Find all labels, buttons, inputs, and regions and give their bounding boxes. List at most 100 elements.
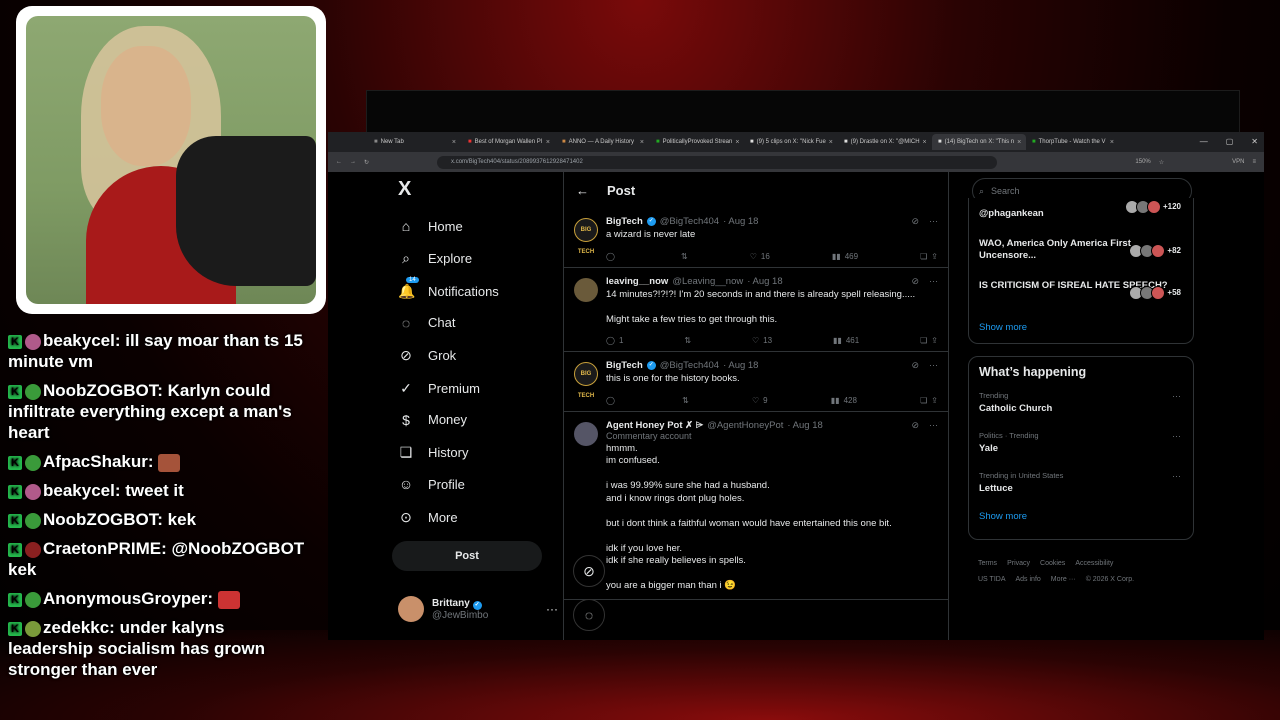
trend-item[interactable]: Politics · Trending Yale ··· — [969, 427, 1193, 467]
sidebar-item-explore[interactable]: ⌕ Explore — [398, 250, 472, 267]
back-arrow-icon[interactable]: ← — [576, 183, 589, 198]
tab-item[interactable]: ■ New Tab × — [368, 134, 462, 150]
tweet-item[interactable]: leaving__now @Leaving__now · Aug 18 ⊘ ··· 14 … — [564, 268, 948, 352]
share-icon[interactable]: ⇪ — [931, 252, 938, 261]
like-button[interactable]: ♡ 13 — [752, 336, 772, 345]
post-button[interactable]: Post — [392, 541, 542, 571]
footer-link[interactable]: Privacy — [1007, 560, 1030, 567]
grok-icon[interactable]: ⊘ — [911, 216, 919, 227]
tab-item[interactable]: ■ Best of Morgan Wallen Pl × — [462, 134, 556, 150]
footer-link[interactable]: US TIDA — [978, 576, 1006, 583]
more-options-icon[interactable]: ··· — [929, 420, 938, 431]
author-handle[interactable]: @Leaving__now — [672, 276, 743, 287]
avatar[interactable] — [574, 277, 598, 302]
sidebar-item-profile[interactable]: ☺ Profile — [398, 476, 465, 492]
sidebar-item-chat[interactable]: ◌ Chat — [398, 315, 456, 331]
like-button[interactable]: ♡ 9 — [752, 396, 768, 405]
more-options-icon[interactable]: ··· — [1172, 391, 1181, 401]
tab-item[interactable]: ■ (9) 5 clips on X: "Nick Fue × — [744, 134, 838, 150]
avatar[interactable]: BIG TECH — [574, 218, 598, 255]
avatar[interactable]: BIG TECH — [574, 362, 598, 399]
tab-close-icon[interactable]: × — [1110, 139, 1114, 146]
footer-link[interactable]: Accessibility — [1075, 560, 1113, 567]
author-name[interactable]: BigTech — [606, 360, 643, 371]
tweet-date[interactable]: · Aug 18 — [723, 360, 758, 371]
sidebar-item-premium[interactable]: ✓ Premium — [398, 380, 480, 397]
account-switcher[interactable]: Brittany ✓ @JewBimbo ··· — [398, 596, 558, 622]
views-button[interactable]: ▮▮ 461 — [833, 336, 859, 345]
views-button[interactable]: ▮▮ 428 — [831, 396, 857, 405]
reply-button[interactable]: ◯ 1 — [606, 336, 623, 345]
tweet-item[interactable]: BIG TECH BigTech ✓ @BigTech404 · Aug 18 ⊘ ··· a… — [564, 208, 948, 268]
live-space-item[interactable]: IS CRITICISM OF ISREAL HATE SPEECH? +58 — [969, 276, 1193, 318]
grok-icon[interactable]: ⊘ — [911, 360, 919, 371]
star-icon[interactable]: ☆ — [1159, 159, 1164, 166]
author-name[interactable]: leaving__now — [606, 276, 668, 287]
tweet-date[interactable]: · Aug 18 — [787, 420, 822, 431]
share-icon[interactable]: ⇪ — [931, 396, 938, 405]
more-options-icon[interactable]: ··· — [929, 360, 938, 371]
zoom-level[interactable]: 150% — [1135, 159, 1150, 165]
sidebar-item-more[interactable]: ⊙ More — [398, 509, 458, 526]
tab-close-icon[interactable]: × — [1017, 139, 1021, 146]
author-handle[interactable]: @BigTech404 — [660, 360, 719, 371]
footer-link[interactable]: © 2026 X Corp. — [1086, 576, 1134, 583]
x-logo[interactable]: X — [398, 178, 411, 201]
tab-item[interactable]: ■ ThorpTube - Watch the V × — [1026, 134, 1120, 150]
forward-icon[interactable]: → — [350, 159, 356, 165]
sidebar-item-home[interactable]: ⌂ Home — [398, 218, 463, 234]
tab-close-icon[interactable]: × — [452, 139, 456, 146]
sidebar-item-money[interactable]: $ Money — [398, 412, 467, 428]
more-options-icon[interactable]: ··· — [1172, 431, 1181, 441]
tab-item[interactable]: ■ (14) BigTech on X: "This n × — [932, 134, 1026, 150]
author-name[interactable]: BigTech — [606, 216, 643, 227]
show-more-link[interactable]: Show more — [969, 507, 1193, 526]
tab-item[interactable]: ■ ANNO — A Daily History × — [556, 134, 650, 150]
close-icon[interactable]: ✕ — [1251, 132, 1258, 152]
tab-close-icon[interactable]: × — [829, 139, 833, 146]
tab-close-icon[interactable]: × — [546, 139, 550, 146]
tab-item[interactable]: ■ PoliticallyProvoked Strean × — [650, 134, 744, 150]
repost-button[interactable]: ⇅ — [684, 336, 691, 345]
reply-button[interactable]: ◯ — [606, 396, 619, 405]
author-handle[interactable]: @BigTech404 — [660, 216, 719, 227]
footer-link[interactable]: Terms — [978, 560, 997, 567]
sidebar-item-grok[interactable]: ⊘ Grok — [398, 347, 456, 364]
author-handle[interactable]: @AgentHoneyPot — [707, 420, 783, 431]
tweet-item[interactable]: Agent Honey Pot ✗ ⌲ @AgentHoneyPot · Aug 1… — [564, 412, 948, 600]
tab-close-icon[interactable]: × — [640, 139, 644, 146]
footer-link[interactable]: Cookies — [1040, 560, 1065, 567]
footer-link[interactable]: More ··· — [1051, 576, 1076, 583]
messages-fab-icon[interactable]: ◌ — [573, 599, 605, 631]
tab-close-icon[interactable]: × — [735, 139, 739, 146]
sidebar-item-history[interactable]: ❏ History — [398, 444, 469, 461]
like-button[interactable]: ♡ 16 — [750, 252, 770, 261]
avatar[interactable] — [574, 421, 598, 446]
reply-button[interactable]: ◯ — [606, 252, 619, 261]
vpn-badge[interactable]: VPN — [1232, 159, 1244, 165]
author-name[interactable]: Agent Honey Pot ✗ ⌲ — [606, 420, 703, 431]
sidebar-item-notifications[interactable]: 🔔 14 Notifications — [398, 276, 499, 300]
bookmark-button[interactable]: ❏ ⇪ — [920, 396, 938, 405]
back-icon[interactable]: ← — [336, 159, 342, 165]
grok-icon[interactable]: ⊘ — [911, 420, 919, 431]
tweet-item[interactable]: BIG TECH BigTech ✓ @BigTech404 · Aug 18 ⊘ ··· t… — [564, 352, 948, 412]
trend-item[interactable]: Trending in United States Lettuce ··· — [969, 467, 1193, 507]
repost-button[interactable]: ⇅ — [681, 252, 688, 261]
grok-icon[interactable]: ⊘ — [911, 276, 919, 287]
footer-link[interactable]: Ads info — [1016, 576, 1041, 583]
minimize-icon[interactable]: — — [1200, 132, 1208, 152]
live-space-item[interactable]: @phagankean +120 — [969, 200, 1193, 234]
views-button[interactable]: ▮▮ 469 — [832, 252, 858, 261]
url-field[interactable]: x.com/BigTech404/status/2089937612928471… — [437, 155, 998, 169]
more-options-icon[interactable]: ··· — [1172, 471, 1181, 481]
tab-close-icon[interactable]: × — [923, 139, 927, 146]
bookmark-button[interactable]: ❏ ⇪ — [920, 252, 938, 261]
trend-item[interactable]: Trending Catholic Church ··· — [969, 387, 1193, 427]
tweet-date[interactable]: · Aug 18 — [747, 276, 782, 287]
share-icon[interactable]: ⇪ — [931, 336, 938, 345]
live-space-item[interactable]: WAO, America Only America First Uncensor… — [969, 234, 1193, 276]
menu-icon[interactable]: ≡ — [1252, 159, 1256, 165]
maximize-icon[interactable]: ▢ — [1226, 132, 1234, 152]
reload-icon[interactable]: ↻ — [364, 159, 369, 166]
